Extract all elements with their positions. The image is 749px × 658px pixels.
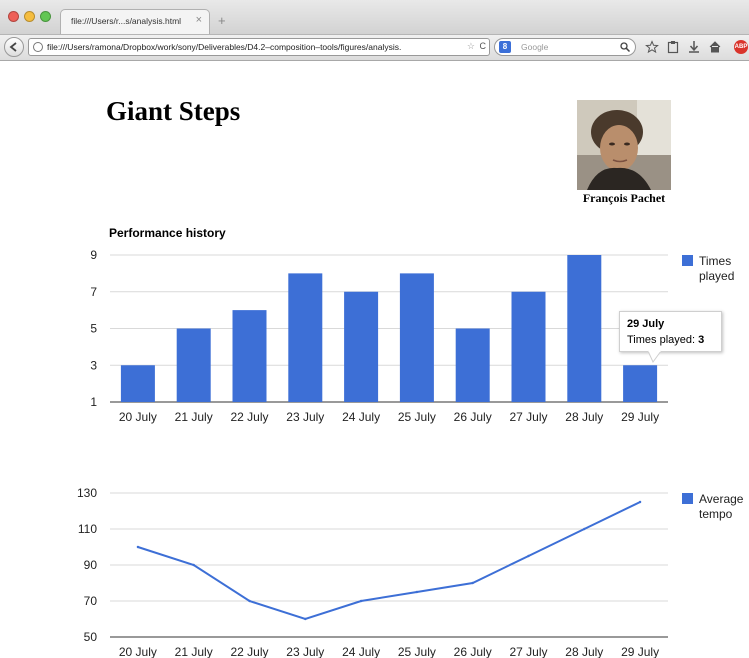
tooltip-title: 29 July: [627, 318, 665, 330]
back-button[interactable]: [4, 37, 24, 57]
adblock-icon[interactable]: ABP: [734, 40, 748, 54]
author-name: François Pachet: [582, 191, 666, 205]
bar: [288, 273, 323, 402]
x-tick-label: 21 July: [175, 410, 213, 424]
legend-label: Average: [699, 492, 744, 506]
x-tick-label: 26 July: [454, 410, 492, 424]
browser-tab[interactable]: file:///Users/r...s/analysis.html ×: [60, 9, 210, 34]
browser-title-bar: file:///Users/r...s/analysis.html × +: [0, 0, 749, 35]
x-tick-label: 29 July: [621, 410, 659, 424]
y-tick-label: 110: [78, 522, 97, 536]
tooltip-tail: [647, 350, 662, 363]
x-tick-label: 20 July: [119, 645, 157, 658]
legend-label: played: [699, 269, 734, 283]
data-point: [638, 500, 642, 504]
home-icon[interactable]: [709, 41, 721, 53]
clipboard-icon[interactable]: [667, 41, 679, 54]
x-tick-label: 24 July: [342, 410, 380, 424]
y-tick-label: 90: [84, 558, 98, 572]
data-point: [527, 554, 530, 558]
minimize-window-icon[interactable]: [24, 11, 35, 22]
search-engine-icon[interactable]: 8: [499, 41, 511, 53]
x-tick-label: 28 July: [565, 410, 603, 424]
data-point: [192, 563, 195, 567]
bar: [399, 273, 434, 402]
y-tick-label: 9: [90, 248, 97, 262]
y-tick-label: 5: [90, 322, 97, 336]
chart-tooltip: 29 July Times played: 3: [619, 311, 722, 352]
tooltip-line: Times played: 3: [627, 334, 704, 346]
author-photo: [577, 100, 671, 190]
x-tick-label: 22 July: [230, 645, 268, 658]
bookmark-star-icon[interactable]: [645, 40, 659, 54]
url-bookmark-icon[interactable]: ☆: [467, 41, 475, 52]
data-point: [471, 581, 474, 585]
tooltip-value: 3: [698, 334, 705, 346]
x-tick-label: 24 July: [342, 645, 380, 658]
navigation-toolbar: file:///Users/ramona/Dropbox/work/sony/D…: [0, 35, 749, 61]
search-placeholder: Google: [521, 42, 549, 52]
x-tick-label: 29 July: [621, 645, 659, 658]
legend-swatch: [682, 255, 693, 266]
bar: [455, 328, 490, 402]
search-icon[interactable]: [620, 42, 631, 53]
data-point: [415, 590, 419, 594]
legend-label: tempo: [699, 507, 733, 521]
legend-swatch: [682, 493, 693, 504]
address-bar-url: file:///Users/ramona/Dropbox/work/sony/D…: [47, 42, 402, 52]
reload-icon[interactable]: C: [480, 41, 487, 51]
chart-title: Performance history: [109, 226, 226, 240]
x-tick-label: 25 July: [398, 410, 436, 424]
data-point: [359, 599, 363, 603]
x-tick-label: 22 July: [230, 410, 268, 424]
data-point: [248, 599, 251, 603]
legend-label: Times: [699, 254, 731, 268]
x-tick-label: 23 July: [286, 410, 324, 424]
y-tick-label: 70: [84, 594, 98, 608]
bar: [232, 310, 267, 402]
zoom-window-icon[interactable]: [40, 11, 51, 22]
bar: [120, 365, 155, 402]
x-tick-label: 26 July: [454, 645, 492, 658]
bar: [344, 291, 379, 402]
y-tick-label: 7: [90, 285, 97, 299]
x-tick-label: 20 July: [119, 410, 157, 424]
y-tick-label: 1: [90, 395, 97, 409]
y-tick-label: 130: [77, 486, 97, 500]
address-bar[interactable]: file:///Users/ramona/Dropbox/work/sony/D…: [28, 38, 490, 56]
y-tick-label: 3: [90, 358, 97, 372]
bar: [623, 365, 658, 402]
bar: [176, 328, 211, 402]
bar: [567, 255, 602, 402]
tab-close-icon[interactable]: ×: [196, 14, 202, 26]
x-tick-label: 23 July: [286, 645, 324, 658]
y-tick-label: 50: [84, 630, 98, 644]
back-arrow-icon: [9, 42, 17, 52]
x-tick-label: 25 July: [398, 645, 436, 658]
data-point: [583, 527, 586, 531]
page-title: Giant Steps: [106, 96, 241, 126]
new-tab-icon[interactable]: +: [218, 13, 226, 28]
x-tick-label: 27 July: [509, 645, 547, 658]
x-tick-label: 27 July: [509, 410, 547, 424]
tooltip-label: Times played:: [627, 334, 696, 346]
bar: [511, 291, 546, 402]
globe-icon: [33, 42, 43, 52]
x-tick-label: 21 July: [175, 645, 213, 658]
data-point: [304, 617, 307, 621]
close-window-icon[interactable]: [8, 11, 19, 22]
search-bar[interactable]: 8 Google: [494, 38, 636, 56]
x-tick-label: 28 July: [565, 645, 603, 658]
tab-title: file:///Users/r...s/analysis.html: [71, 16, 182, 26]
line-chart: 130 110 90 70 50 20 July 21 July 22 July 23 July…: [77, 486, 744, 658]
download-icon[interactable]: [688, 41, 700, 53]
data-point: [136, 545, 140, 549]
